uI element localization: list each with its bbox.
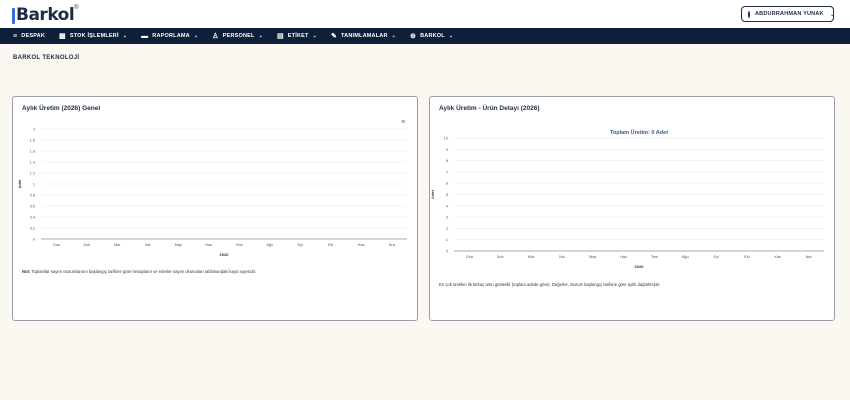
nav-personel[interactable]: ♙ PERSONEL ⌄ [212, 33, 263, 40]
nav-tanimlamalar[interactable]: ✎ TANIMLAMALAR ⌄ [331, 33, 396, 40]
product-detail-chart: Toplam Üretim: 0 Adet 0 1 2 3 4 5 6 7 8 9 10 Oca Şub M… [430, 129, 824, 269]
person-icon: ♙ [212, 32, 219, 40]
nav-label: TANIMLAMALAR [341, 33, 388, 39]
y-tick-label: 0.2 [30, 227, 35, 231]
y-tick-label: 0 [33, 238, 35, 242]
user-avatar-icon [748, 10, 750, 18]
y-tick-label: 0.6 [30, 205, 35, 209]
menu-icon: ≡ [13, 32, 18, 40]
x-tick-label: Tem [651, 255, 658, 259]
x-tick-label: Eyl [298, 243, 303, 247]
y-tick-label: 2 [446, 227, 448, 231]
user-menu-button[interactable]: ABDURRAHMAN YUNAK ⌄ [741, 6, 835, 22]
chevron-down-icon: ⌄ [829, 11, 835, 18]
y-tick-label: 1 [446, 238, 448, 242]
barcode-icon: ▦ [59, 32, 66, 40]
x-tick-label: Eyl [713, 255, 718, 259]
x-tick-label: Kas [358, 243, 365, 247]
y-tick-label: 7 [446, 170, 448, 174]
user-name: ABDURRAHMAN YUNAK [755, 11, 824, 17]
y-tick-label: 2 [33, 128, 35, 132]
nav-label: RAPORLAMA [152, 33, 190, 39]
brand-name: Barkol [16, 5, 75, 25]
x-axis-label: 2026 [220, 252, 230, 257]
card-title: Aylık Üretim (2026) Genel [22, 105, 101, 112]
globe-icon: ⊕ [410, 32, 417, 40]
nav-label: ETİKET [287, 33, 309, 39]
x-tick-label: Şub [497, 255, 504, 259]
y-tick-label: 0.4 [30, 216, 35, 220]
y-tick-label: 0.8 [30, 194, 35, 198]
y-tick-label: 1.2 [30, 172, 35, 176]
nav-label: BARKOL [420, 33, 445, 39]
folder-icon: ▬ [141, 32, 149, 40]
y-tick-label: 8 [446, 159, 448, 163]
chevron-down-icon: ⌄ [122, 33, 128, 39]
x-tick-label: Mar [528, 255, 535, 259]
monthly-production-card: Aylık Üretim (2026) Genel ≡ 0 0.2 0.4 0.6 0.… [12, 96, 418, 321]
company-title: BARKOL TEKNOLOJİ [13, 55, 80, 61]
x-tick-label: Kas [774, 255, 781, 259]
x-tick-label: Oca [466, 255, 474, 259]
x-tick-label: Ara [389, 243, 396, 247]
x-tick-label: Ağu [266, 243, 273, 247]
monthly-production-chart: 0 0.2 0.4 0.6 0.8 1 1.2 1.4 1.6 1.8 2 Oca Şub Mar Nis M… [17, 128, 407, 257]
note-text: Toplamlar sayım oturumlarının başlangıç … [30, 269, 257, 274]
brand-logo[interactable]: Barkol ® [12, 4, 79, 24]
card-note: Not: Toplamlar sayım oturumlarının başla… [22, 269, 256, 274]
x-tick-label: Ara [806, 255, 813, 259]
chevron-down-icon: ⌄ [391, 33, 397, 39]
x-tick-label: Nis [559, 255, 565, 259]
x-tick-label: Haz [620, 255, 627, 259]
x-tick-label: Şub [83, 243, 90, 247]
x-tick-label: Haz [205, 243, 212, 247]
y-axis-label: Adet [430, 189, 435, 199]
chevron-down-icon: ⌄ [448, 33, 454, 39]
x-tick-label: Tem [236, 243, 243, 247]
y-tick-label: 1.4 [30, 161, 35, 165]
x-tick-label: May [175, 243, 182, 247]
x-tick-label: Ağu [682, 255, 689, 259]
card-title: Aylık Üretim - Ürün Detayı (2026) [439, 105, 540, 112]
x-tick-label: Mar [114, 243, 121, 247]
x-axis-label: 2026 [635, 264, 645, 269]
nav-label: DESPAK [21, 33, 46, 39]
y-tick-label: 6 [446, 182, 448, 186]
x-tick-label: Eki [744, 255, 749, 259]
y-tick-label: 4 [446, 204, 448, 208]
y-tick-label: 9 [446, 148, 448, 152]
nav-etiket[interactable]: ▤ ETİKET ⌄ [277, 33, 317, 40]
nav-raporlama[interactable]: ▬ RAPORLAMA ⌄ [141, 33, 198, 40]
main-navbar: ≡ DESPAK ▦ STOK İŞLEMLERİ ⌄ ▬ RAPORLAMA ⌄ ♙ PERSO… [0, 28, 850, 44]
y-tick-label: 1.8 [30, 139, 35, 143]
y-tick-label: 5 [446, 193, 448, 197]
brand-registered-mark: ® [74, 5, 79, 11]
chart-title: Toplam Üretim: 0 Adet [610, 129, 668, 136]
edit-icon: ✎ [330, 32, 338, 40]
y-tick-label: 3 [446, 216, 448, 220]
y-tick-label: 0 [446, 250, 448, 254]
chevron-down-icon: ⌄ [312, 33, 317, 39]
nav-barkol[interactable]: ⊕ BARKOL ⌄ [410, 33, 453, 40]
y-tick-label: 10 [444, 137, 448, 141]
y-tick-label: 1.6 [30, 150, 35, 154]
nav-despak[interactable]: ≡ DESPAK [13, 33, 45, 40]
card-note: En çok üretilen ilk birkaç ürün gösteril… [439, 282, 661, 287]
label-icon: ▤ [276, 32, 284, 40]
y-tick-label: 1 [33, 183, 35, 187]
product-detail-card: Aylık Üretim - Ürün Detayı (2026) Toplam… [429, 96, 835, 321]
y-axis-label: Adet [17, 179, 22, 189]
nav-stok-islemleri[interactable]: ▦ STOK İŞLEMLERİ ⌄ [59, 33, 127, 40]
x-tick-label: Oca [53, 243, 61, 247]
top-bar: Barkol ® ABDURRAHMAN YUNAK ⌄ [0, 0, 850, 28]
chevron-down-icon: ⌄ [193, 33, 199, 39]
chevron-down-icon: ⌄ [258, 33, 263, 39]
x-tick-label: May [589, 255, 596, 259]
nav-label: STOK İŞLEMLERİ [69, 33, 119, 39]
x-tick-label: Eki [328, 243, 333, 247]
x-tick-label: Nis [145, 243, 151, 247]
logo-mark [12, 8, 15, 24]
nav-label: PERSONEL [222, 33, 255, 39]
